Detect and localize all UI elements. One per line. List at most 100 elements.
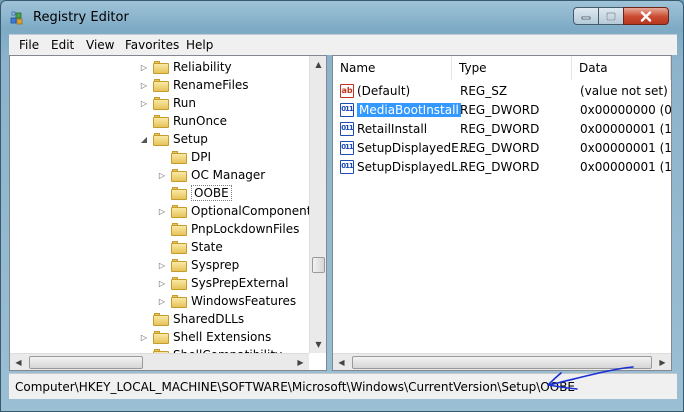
tree-node-label: RunOnce — [173, 114, 228, 128]
dword-value-icon: 011 — [340, 159, 354, 174]
folder-icon — [153, 60, 169, 74]
tree-horizontal-scrollbar[interactable]: ◀ ▶ — [10, 353, 309, 370]
close-icon — [640, 10, 652, 22]
tree-node[interactable]: RunOnce — [139, 112, 227, 130]
tree-node-label: Reliability — [173, 60, 232, 74]
tree-node[interactable]: ◢ Setup — [139, 130, 208, 148]
column-header-data[interactable]: Data — [572, 56, 671, 80]
current-key-path: Computer\HKEY_LOCAL_MACHINE\SOFTWARE\Mic… — [15, 380, 576, 394]
tree-node[interactable]: ▷ Sysprep — [157, 256, 239, 274]
tree-horizontal-scroll-thumb[interactable] — [29, 356, 143, 369]
tree-node[interactable]: ▷ Run — [139, 94, 196, 112]
scroll-up-icon[interactable]: ▲ — [310, 56, 326, 73]
menu-favorites[interactable]: Favorites — [125, 38, 179, 52]
expand-arrow-icon[interactable]: ▷ — [139, 99, 149, 108]
menu-file[interactable]: File — [19, 38, 39, 52]
tree-node[interactable]: SharedDLLs — [139, 310, 244, 328]
value-data: 0x00000001 (1) — [580, 121, 672, 136]
expand-arrow-icon[interactable]: ▷ — [139, 333, 149, 342]
value-row[interactable]: 011 SetupDisplayedE... REG_DWORD 0x00000001… — [333, 138, 671, 157]
value-type: REG_DWORD — [460, 140, 540, 155]
tree-node-label: DPI — [191, 150, 212, 164]
value-name: RetailInstall — [357, 121, 428, 136]
value-type: REG_DWORD — [460, 159, 540, 174]
expand-arrow-icon[interactable]: ▷ — [157, 279, 167, 288]
value-data: 0x00000001 (1) — [580, 140, 672, 155]
menu-edit[interactable]: Edit — [51, 38, 74, 52]
close-button[interactable] — [623, 7, 669, 25]
scroll-left-icon[interactable]: ◀ — [333, 354, 350, 370]
expand-arrow-icon[interactable]: ▷ — [157, 261, 167, 270]
maximize-button[interactable] — [598, 7, 624, 25]
value-type: REG_DWORD — [460, 121, 540, 136]
tree-node-label: Setup — [173, 132, 208, 146]
tree-node[interactable]: ▷ WindowsFeatures — [157, 292, 296, 310]
folder-icon — [171, 294, 187, 308]
scroll-left-icon[interactable]: ◀ — [10, 354, 27, 370]
folder-icon — [171, 258, 187, 272]
scroll-down-icon[interactable]: ▼ — [310, 336, 326, 353]
window-title: Registry Editor — [33, 10, 129, 25]
folder-icon — [171, 186, 187, 200]
folder-icon — [171, 240, 187, 254]
tree-node-label: OptionalComponents — [191, 204, 318, 218]
folder-icon — [153, 96, 169, 110]
value-row[interactable]: 011 MediaBootInstall REG_DWORD 0x00000000 (… — [333, 100, 671, 119]
expand-arrow-icon[interactable]: ▷ — [157, 297, 167, 306]
expand-arrow-icon[interactable]: ▷ — [139, 81, 149, 90]
tree-node[interactable]: ▷ Shell Extensions — [139, 328, 271, 346]
value-row[interactable]: ab (Default) REG_SZ (value not set) — [333, 81, 671, 100]
dword-value-icon: 011 — [340, 102, 354, 117]
menu-view[interactable]: View — [86, 38, 114, 52]
column-header-name[interactable]: Name — [333, 56, 452, 80]
value-type: REG_DWORD — [460, 102, 540, 117]
string-value-icon: ab — [340, 83, 354, 98]
tree-node-label: WindowsFeatures — [191, 294, 297, 308]
folder-icon — [171, 168, 187, 182]
tree-node[interactable]: OOBE — [157, 184, 232, 202]
folder-icon — [153, 78, 169, 92]
folder-icon — [171, 276, 187, 290]
expand-arrow-icon[interactable]: ▷ — [157, 171, 167, 180]
expand-arrow-icon[interactable]: ▷ — [157, 207, 167, 216]
values-list-pane[interactable]: Name Type Data ab (Default) REG_SZ (value n… — [332, 55, 672, 371]
value-row[interactable]: 011 RetailInstall REG_DWORD 0x00000001 (1) — [333, 119, 671, 138]
collapse-arrow-icon[interactable]: ◢ — [139, 135, 149, 144]
tree-vertical-scroll-thumb[interactable] — [312, 257, 325, 273]
dword-value-icon: 011 — [340, 140, 354, 155]
folder-icon — [153, 114, 169, 128]
value-row[interactable]: 011 SetupDisplayedL... REG_DWORD 0x00000001… — [333, 157, 671, 176]
title-bar[interactable]: Registry Editor — [1, 1, 684, 33]
tree-node-label: Run — [173, 96, 197, 110]
tree-node[interactable]: State — [157, 238, 223, 256]
value-data: (value not set) — [580, 83, 668, 98]
tree-node[interactable]: ▷ OptionalComponents — [157, 202, 318, 220]
tree-node-label: PnpLockdownFiles — [191, 222, 300, 236]
minimize-button[interactable] — [573, 7, 599, 25]
tree-node[interactable]: ▷ SysPrepExternal — [157, 274, 289, 292]
key-tree-pane[interactable]: ▷ Reliability ▷ RenameFiles ▷ Run RunOnce ◢ Setu… — [9, 55, 327, 371]
tree-node[interactable]: PnpLockdownFiles — [157, 220, 299, 238]
menu-help[interactable]: Help — [186, 38, 213, 52]
column-header-type[interactable]: Type — [452, 56, 572, 80]
tree-node-label: RenameFiles — [173, 78, 249, 92]
maximize-icon — [606, 11, 616, 21]
menu-bar: File Edit View Favorites Help — [9, 34, 677, 55]
expand-arrow-icon[interactable]: ▷ — [139, 63, 149, 72]
tree-vertical-scrollbar[interactable]: ▲ ▼ — [309, 56, 326, 353]
scroll-right-icon[interactable]: ▶ — [292, 354, 309, 370]
handdrawn-arrow-annotation — [547, 366, 634, 390]
value-name: SetupDisplayedE... — [357, 140, 471, 155]
dword-value-icon: 011 — [340, 121, 354, 136]
tree-node[interactable]: DPI — [157, 148, 211, 166]
tree-node[interactable]: ▷ Reliability — [139, 58, 232, 76]
folder-icon — [153, 330, 169, 344]
tree-node-label: State — [191, 240, 223, 254]
tree-node[interactable]: ▷ OC Manager — [157, 166, 265, 184]
folder-icon — [171, 150, 187, 164]
scroll-right-icon[interactable]: ▶ — [654, 354, 671, 370]
tree-node[interactable]: ▷ RenameFiles — [139, 76, 249, 94]
value-name: (Default) — [357, 83, 411, 98]
tree-node-label: OC Manager — [191, 168, 266, 182]
minimize-icon — [581, 16, 591, 20]
